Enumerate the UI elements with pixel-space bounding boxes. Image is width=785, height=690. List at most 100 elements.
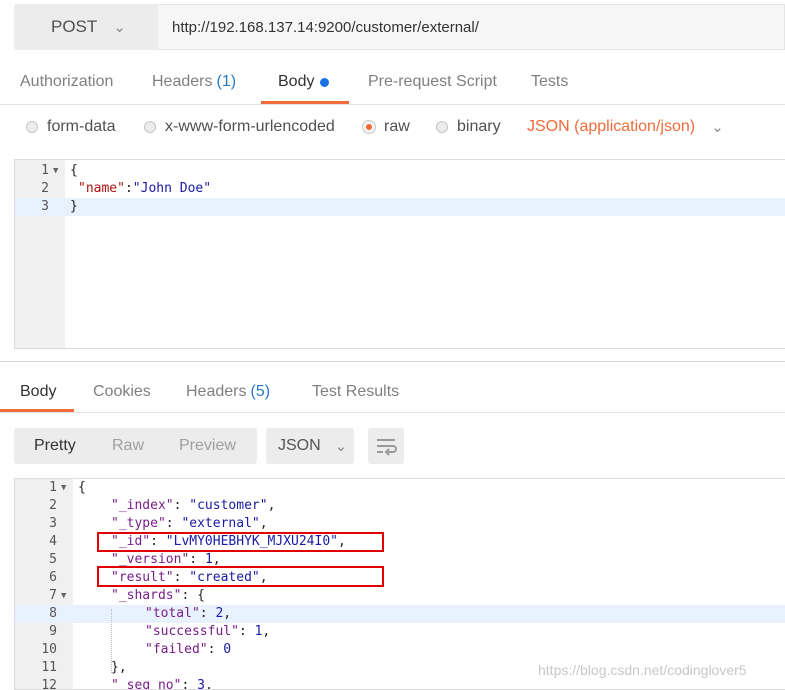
code-line: 8 "total": 2, bbox=[15, 605, 785, 623]
url-input[interactable]: http://192.168.137.14:9200/customer/exte… bbox=[158, 4, 785, 50]
json-separator: : bbox=[124, 181, 133, 196]
code-text: "successful": 1, bbox=[145, 624, 271, 639]
radio-selected-icon bbox=[363, 121, 375, 133]
tab-headers[interactable]: Headers (1) bbox=[152, 60, 236, 104]
radio-circle-icon bbox=[26, 121, 38, 133]
tab-response-body[interactable]: Body bbox=[20, 372, 56, 412]
active-tab-indicator bbox=[0, 409, 74, 412]
format-label: JSON bbox=[278, 437, 321, 454]
code-text: "_type": "external", bbox=[111, 516, 268, 531]
view-label: Raw bbox=[112, 437, 145, 454]
line-number: 3 bbox=[41, 199, 49, 214]
code-text: "_shards": { bbox=[111, 588, 205, 603]
view-preview-button[interactable]: Preview bbox=[179, 428, 236, 464]
request-body-editor[interactable]: 1 ▼ { 2 "name":"John Doe" 3 } bbox=[14, 159, 785, 349]
tab-label: Headers bbox=[186, 383, 247, 400]
view-pretty-button[interactable]: Pretty bbox=[34, 428, 76, 464]
view-mode-segment: Pretty Raw Preview bbox=[14, 428, 257, 464]
radio-urlencoded[interactable]: x-www-form-urlencoded bbox=[144, 118, 335, 136]
tab-authorization[interactable]: Authorization bbox=[20, 60, 113, 104]
line-number: 9 bbox=[49, 624, 57, 639]
radio-raw[interactable]: raw bbox=[363, 118, 410, 136]
line-number: 1 bbox=[41, 163, 49, 178]
url-text: http://192.168.137.14:9200/customer/exte… bbox=[172, 18, 479, 36]
view-label: Preview bbox=[179, 437, 236, 454]
tab-label: Headers bbox=[152, 73, 213, 90]
wrap-lines-icon bbox=[377, 439, 397, 456]
radio-label: x-www-form-urlencoded bbox=[165, 118, 335, 135]
code-text: "total": 2, bbox=[145, 606, 232, 621]
tab-label: Cookies bbox=[93, 383, 151, 400]
tab-tests[interactable]: Tests bbox=[531, 60, 568, 104]
watermark-text: https://blog.csdn.net/codinglover5 bbox=[538, 662, 747, 678]
radio-circle-icon bbox=[144, 121, 156, 133]
json-value: "John Doe" bbox=[132, 181, 212, 196]
line-number: 7 bbox=[49, 588, 57, 603]
code-text: "failed": 0 bbox=[145, 642, 232, 657]
code-text: "name":"John Doe" bbox=[78, 180, 211, 198]
format-dropdown[interactable]: JSON ⌄ bbox=[266, 428, 354, 464]
chevron-down-icon: ⌄ bbox=[711, 119, 724, 136]
view-raw-button[interactable]: Raw bbox=[112, 428, 144, 464]
radio-form-data[interactable]: form-data bbox=[26, 118, 115, 136]
tab-test-results[interactable]: Test Results bbox=[312, 372, 399, 412]
code-text: } bbox=[70, 199, 78, 214]
line-number: 4 bbox=[49, 534, 57, 549]
radio-label: form-data bbox=[47, 118, 116, 135]
tab-cookies[interactable]: Cookies bbox=[93, 372, 151, 412]
method-select[interactable]: POST ⌄ bbox=[14, 4, 158, 50]
chevron-down-icon: ⌄ bbox=[334, 438, 348, 455]
line-number: 12 bbox=[41, 678, 57, 690]
json-key: "name" bbox=[78, 181, 125, 196]
code-line: 7 ▼ "_shards": { bbox=[15, 587, 785, 605]
tab-label: Test Results bbox=[312, 383, 400, 400]
tab-body[interactable]: Body bbox=[278, 60, 330, 104]
line-number: 2 bbox=[49, 498, 57, 513]
active-tab-indicator bbox=[261, 101, 349, 104]
line-number: 3 bbox=[49, 516, 57, 531]
code-line: 12 "_seq_no": 3, bbox=[15, 677, 785, 690]
fold-arrow-icon[interactable]: ▼ bbox=[61, 587, 66, 605]
radio-circle-icon bbox=[436, 121, 448, 133]
line-number: 2 bbox=[41, 181, 49, 196]
radio-label: binary bbox=[457, 118, 501, 135]
line-number: 5 bbox=[49, 552, 57, 567]
tab-label: Tests bbox=[531, 73, 569, 90]
tab-response-headers[interactable]: Headers (5) bbox=[186, 372, 270, 412]
annotation-box-id bbox=[97, 532, 384, 552]
radio-label: raw bbox=[384, 118, 410, 135]
response-body-viewer[interactable]: 1 ▼ { 2 "_index": "customer", 3 "_type":… bbox=[14, 478, 785, 690]
radio-binary[interactable]: binary bbox=[436, 118, 501, 136]
tab-pre-request-script[interactable]: Pre-request Script bbox=[368, 60, 497, 104]
request-tabs: Authorization Headers (1) Body Pre-reque… bbox=[0, 60, 785, 105]
code-text: "_index": "customer", bbox=[111, 498, 276, 513]
code-text: }, bbox=[111, 660, 127, 675]
line-number: 11 bbox=[41, 660, 57, 675]
fold-arrow-icon[interactable]: ▼ bbox=[61, 479, 66, 497]
tab-count: (5) bbox=[250, 383, 271, 400]
code-text: "_seq_no": 3, bbox=[111, 678, 213, 690]
view-label: Pretty bbox=[34, 437, 76, 454]
code-line: 9 "successful": 1, bbox=[15, 623, 785, 641]
code-text: { bbox=[70, 163, 78, 178]
line-number: 10 bbox=[41, 642, 57, 657]
wrap-lines-button[interactable] bbox=[368, 428, 404, 464]
code-line: 2 "name":"John Doe" bbox=[15, 180, 785, 198]
code-text: { bbox=[78, 480, 86, 495]
line-number: 6 bbox=[49, 570, 57, 585]
tab-count: (1) bbox=[216, 73, 237, 90]
code-line: 2 "_index": "customer", bbox=[15, 497, 785, 515]
method-label: POST bbox=[51, 17, 98, 36]
code-line: 3 } bbox=[15, 198, 785, 216]
content-type-dropdown[interactable]: JSON (application/json) ⌄ bbox=[527, 118, 724, 136]
tab-label: Body bbox=[278, 73, 315, 90]
response-tabs: Body Cookies Headers (5) Test Results bbox=[0, 372, 785, 413]
fold-arrow-icon[interactable]: ▼ bbox=[53, 162, 58, 180]
code-line: 10 "failed": 0 bbox=[15, 641, 785, 659]
content-type-label: JSON (application/json) bbox=[527, 118, 696, 135]
line-number: 8 bbox=[49, 606, 57, 621]
tab-label: Pre-request Script bbox=[368, 73, 497, 90]
pane-divider[interactable] bbox=[0, 361, 785, 362]
code-line: 1 ▼ { bbox=[15, 479, 785, 497]
tab-label: Body bbox=[20, 383, 57, 400]
